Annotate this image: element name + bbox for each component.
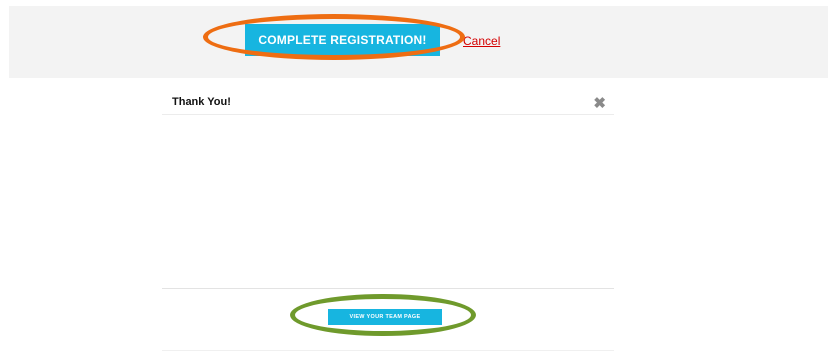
- modal-title: Thank You!: [172, 96, 231, 108]
- modal-footer: VIEW YOUR TEAM PAGE: [162, 288, 614, 353]
- thank-you-modal: Thank You! ✖ VIEW YOUR TEAM PAGE: [162, 92, 614, 352]
- view-team-page-button[interactable]: VIEW YOUR TEAM PAGE: [328, 309, 442, 325]
- close-icon[interactable]: ✖: [593, 94, 606, 112]
- modal-header: Thank You! ✖: [162, 92, 614, 115]
- modal-bottom-divider: [162, 350, 614, 351]
- complete-registration-button[interactable]: COMPLETE REGISTRATION!: [245, 24, 440, 56]
- cancel-link[interactable]: Cancel: [463, 34, 500, 48]
